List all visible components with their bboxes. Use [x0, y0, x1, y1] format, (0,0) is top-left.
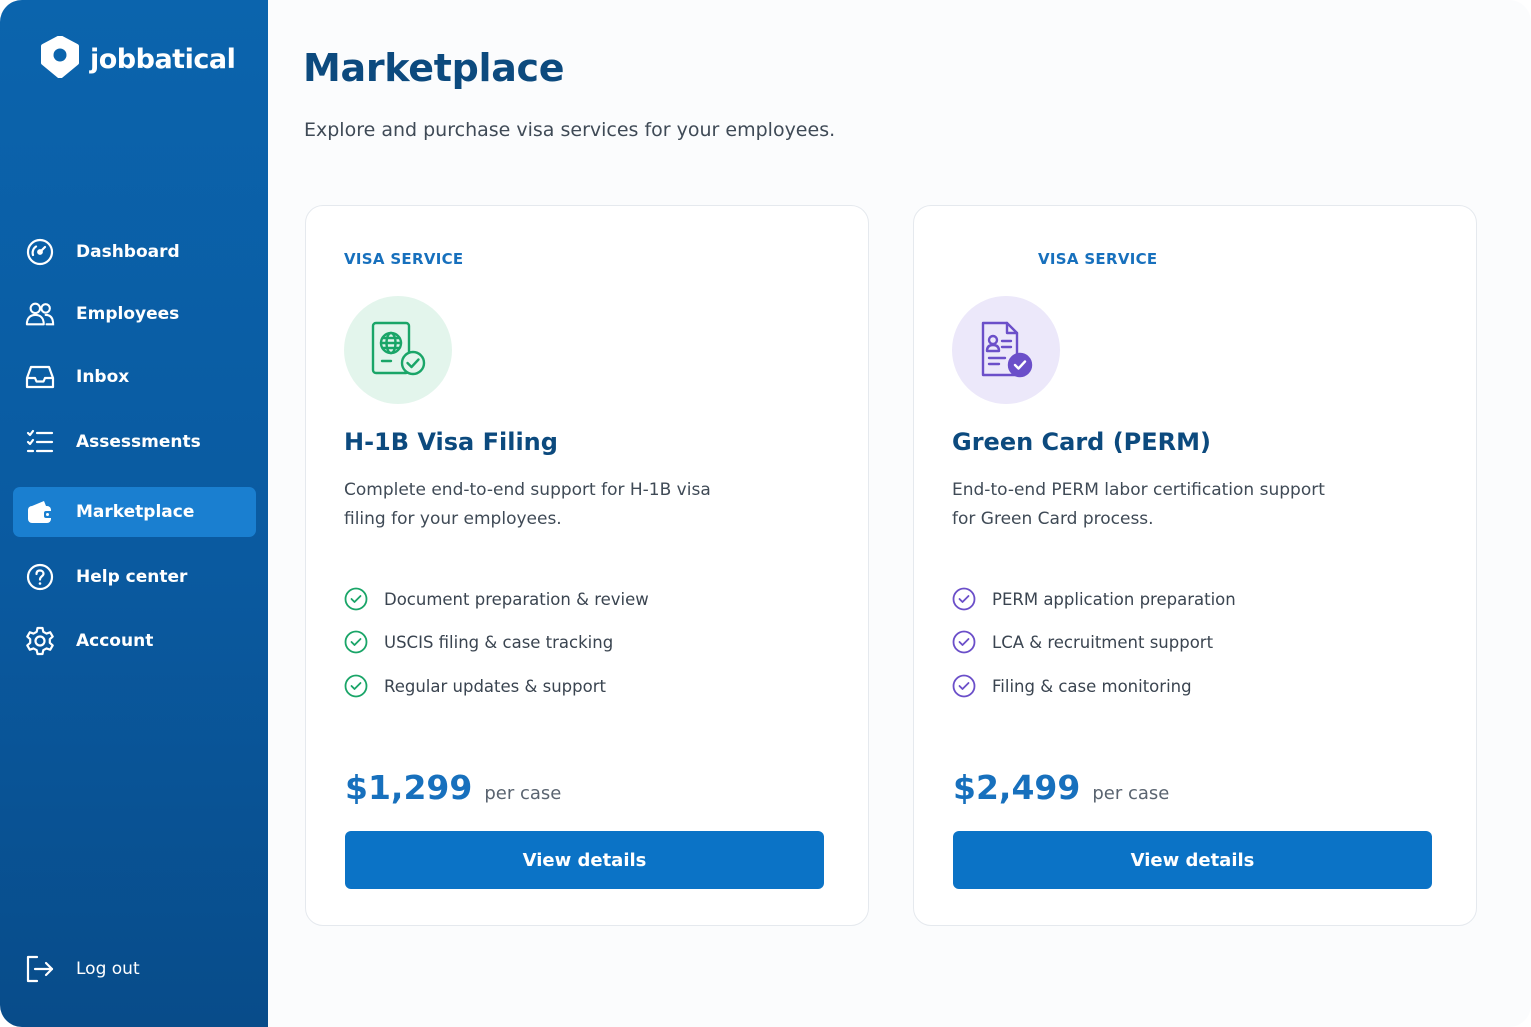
- sidebar-item-help-center[interactable]: Help center: [13, 552, 256, 602]
- sidebar-item-label: Dashboard: [76, 242, 180, 262]
- card-description: Complete end-to-end support for H-1B vis…: [344, 480, 711, 529]
- feature-text: PERM application preparation: [992, 589, 1236, 609]
- feature-item: PERM application preparation: [952, 586, 1236, 612]
- sidebar-item-label: Marketplace: [76, 502, 195, 522]
- document-check-icon: [952, 296, 1060, 404]
- logout-label: Log out: [76, 959, 140, 979]
- sidebar-item-assessments[interactable]: Assessments: [13, 417, 256, 467]
- check-circle-icon: [344, 587, 368, 611]
- feature-text: USCIS filing & case tracking: [384, 632, 614, 652]
- feature-item: LCA & recruitment support: [952, 629, 1213, 655]
- view-details-button[interactable]: View details: [345, 831, 824, 889]
- sidebar: jobbatical Dashboard Employees Inbox Ass…: [0, 0, 268, 1027]
- sidebar-item-account[interactable]: Account: [13, 616, 256, 666]
- brand-name: jobbatical: [90, 43, 236, 75]
- feature-item: Document preparation & review: [344, 586, 649, 612]
- checklist-icon: [25, 427, 55, 457]
- price: $1,299 per case: [345, 768, 561, 807]
- inbox-icon: [25, 362, 55, 392]
- sidebar-item-label: Employees: [76, 304, 180, 324]
- check-circle-icon: [344, 674, 368, 698]
- price-amount: $1,299: [345, 768, 473, 807]
- app-window: jobbatical Dashboard Employees Inbox Ass…: [0, 0, 1531, 1027]
- price: $2,499 per case: [953, 768, 1169, 807]
- passport-globe-check-icon: [344, 296, 452, 404]
- page-subtitle: Explore and purchase visa services for y…: [304, 119, 836, 141]
- service-card-h1b: VISA SERVICE H-1B Visa Filing Complete e…: [305, 205, 869, 926]
- view-details-button[interactable]: View details: [953, 831, 1432, 889]
- logo-pin-icon: [38, 35, 82, 82]
- check-circle-icon: [952, 674, 976, 698]
- feature-item: Regular updates & support: [344, 673, 606, 699]
- check-circle-icon: [952, 630, 976, 654]
- card-eyebrow: VISA SERVICE: [344, 250, 464, 268]
- logout-icon: [25, 954, 55, 984]
- sidebar-item-employees[interactable]: Employees: [13, 289, 256, 339]
- card-eyebrow: VISA SERVICE: [1038, 250, 1158, 268]
- check-circle-icon: [344, 630, 368, 654]
- users-icon: [25, 299, 55, 329]
- sidebar-item-inbox[interactable]: Inbox: [13, 352, 256, 402]
- card-title: H-1B Visa Filing: [344, 428, 558, 456]
- logout-button[interactable]: Log out: [13, 944, 256, 994]
- feature-item: USCIS filing & case tracking: [344, 629, 613, 655]
- sidebar-item-dashboard[interactable]: Dashboard: [13, 227, 256, 277]
- service-card-green-card: VISA SERVICE Green Card (PERM) End-to-en…: [913, 205, 1477, 926]
- feature-text: LCA & recruitment support: [992, 632, 1214, 652]
- sidebar-item-label: Account: [76, 631, 154, 651]
- wallet-icon: [25, 497, 55, 527]
- page-title: Marketplace: [303, 46, 565, 90]
- card-description: End-to-end PERM labor certification supp…: [952, 480, 1325, 529]
- brand-logo[interactable]: jobbatical: [38, 35, 236, 82]
- price-unit: per case: [1092, 783, 1170, 804]
- dashboard-icon: [25, 237, 55, 267]
- help-icon: [25, 562, 55, 592]
- sidebar-item-label: Inbox: [76, 367, 130, 387]
- gear-icon: [25, 626, 55, 656]
- sidebar-item-marketplace[interactable]: Marketplace: [13, 487, 256, 537]
- feature-text: Document preparation & review: [384, 589, 649, 609]
- check-circle-icon: [952, 587, 976, 611]
- sidebar-item-label: Help center: [76, 567, 188, 587]
- card-title: Green Card (PERM): [952, 428, 1211, 456]
- price-amount: $2,499: [953, 768, 1081, 807]
- sidebar-item-label: Assessments: [76, 432, 201, 452]
- feature-text: Filing & case monitoring: [992, 676, 1192, 696]
- price-unit: per case: [484, 783, 562, 804]
- feature-text: Regular updates & support: [384, 676, 606, 696]
- feature-item: Filing & case monitoring: [952, 673, 1192, 699]
